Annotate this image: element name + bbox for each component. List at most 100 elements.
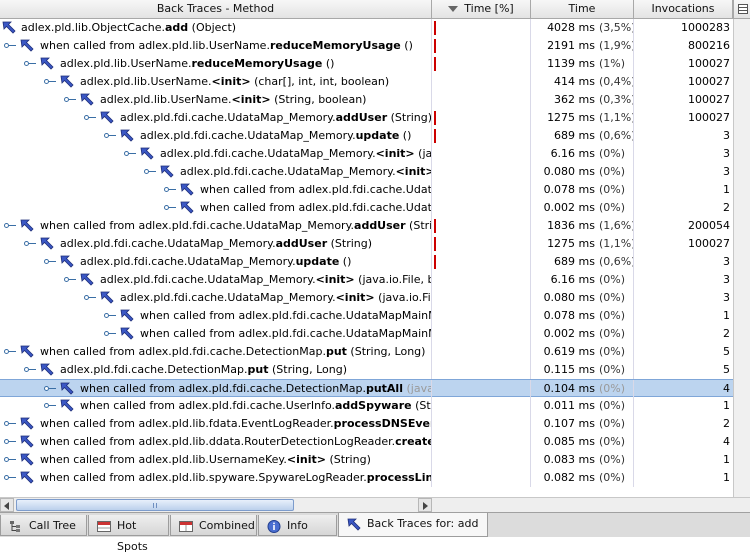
tab-combined[interactable]: Combined <box>170 515 257 536</box>
time-percent-cell <box>431 415 530 433</box>
tree-row[interactable]: when called from adlex.pld.lib.fdata.Eve… <box>0 415 733 433</box>
method-prefix: adlex.pld.fdi.cache.UdataMap_Memory. <box>80 255 296 268</box>
method-name: <init> <box>335 291 375 304</box>
method-prefix: adlex.pld.lib.ObjectCache. <box>21 21 165 34</box>
tree-node-handle-icon[interactable] <box>164 204 176 212</box>
tree-row[interactable]: adlex.pld.fdi.cache.UdataMap_Memory.<ini… <box>0 289 733 307</box>
tree-row[interactable]: when called from adlex.pld.lib.ddata.Rou… <box>0 433 733 451</box>
tree-row[interactable]: when called from adlex.pld.fdi.cache.Uda… <box>0 307 733 325</box>
tree-row[interactable]: when called from adlex.pld.fdi.cache.Det… <box>0 379 733 398</box>
tree-node-handle-icon[interactable] <box>44 385 56 393</box>
tree-row[interactable]: adlex.pld.lib.UserName.<init> (char[], i… <box>0 73 733 91</box>
time-percent: (0%) <box>599 273 626 286</box>
tree-node-handle-icon[interactable] <box>104 330 116 338</box>
tree-node-handle-icon[interactable] <box>164 186 176 194</box>
column-header-time[interactable]: Time <box>531 0 634 18</box>
invocations-cell: 800216 <box>633 37 733 55</box>
method-signature: (java.io.File, boolean) <box>418 147 431 160</box>
time-percent-cell <box>431 289 530 307</box>
tree-node-handle-icon[interactable] <box>84 294 96 302</box>
method-name: addUser <box>275 237 328 250</box>
tree-node-handle-icon[interactable] <box>104 312 116 320</box>
scroll-thumb[interactable] <box>16 499 294 511</box>
column-header-method[interactable]: Back Traces - Method <box>0 0 432 18</box>
tree-row[interactable]: when called from adlex.pld.lib.spyware.S… <box>0 469 733 487</box>
tree-node-handle-icon[interactable] <box>64 276 76 284</box>
tree-row[interactable]: adlex.pld.fdi.cache.UdataMap_Memory.<ini… <box>0 145 733 163</box>
time-percent-bar <box>434 237 436 251</box>
tree-row[interactable]: when called from adlex.pld.fdi.cache.Uda… <box>0 325 733 343</box>
method-cell: when called from adlex.pld.fdi.cache.Det… <box>0 380 431 398</box>
tree-node-handle-icon[interactable] <box>64 96 76 104</box>
tree-node-handle-icon[interactable] <box>44 78 56 86</box>
tree-row[interactable]: adlex.pld.fdi.cache.UdataMap_Memory.addU… <box>0 109 733 127</box>
handle-stem <box>9 459 16 460</box>
tree-row[interactable]: when called from adlex.pld.lib.UserName.… <box>0 37 733 55</box>
backtrace-caller-icon <box>20 39 35 53</box>
time-cell: 0.115 ms (0%) <box>530 361 633 379</box>
time-value: 2191 ms <box>547 39 595 52</box>
time-value: 362 ms <box>554 93 595 106</box>
tree-row[interactable]: adlex.pld.fdi.cache.UdataMap_Memory.<ini… <box>0 163 733 181</box>
column-header-invocations[interactable]: Invocations <box>634 0 733 18</box>
scroll-left-button[interactable] <box>0 498 14 512</box>
method-horizontal-scrollbar[interactable] <box>0 498 432 512</box>
method-cell: adlex.pld.fdi.cache.UdataMap_Memory.<ini… <box>0 145 431 163</box>
method-signature: (java.io.File) <box>378 291 431 304</box>
invocations-cell: 3 <box>633 289 733 307</box>
tree-row[interactable]: adlex.pld.lib.UserName.reduceMemoryUsage… <box>0 55 733 73</box>
tab-label: Call Tree <box>29 519 76 532</box>
tree-node-handle-icon[interactable] <box>24 366 36 374</box>
tree-row[interactable]: when called from adlex.pld.fdi.cache.Uda… <box>0 181 733 199</box>
tree-node-handle-icon[interactable] <box>24 60 36 68</box>
tab-label: Hot Spots <box>117 519 148 553</box>
backtrace-caller-icon <box>100 291 115 305</box>
vertical-scrollbar[interactable] <box>733 19 750 497</box>
tree-node-handle-icon[interactable] <box>4 420 16 428</box>
tab-hot-spots[interactable]: Hot Spots <box>88 515 169 553</box>
tab-call-tree[interactable]: Call Tree <box>0 515 87 536</box>
tab-back-traces-for-add[interactable]: Back Traces for: add <box>338 513 488 537</box>
time-percent-cell <box>431 55 530 73</box>
tree-node-handle-icon[interactable] <box>4 456 16 464</box>
method-name: <init> <box>395 165 431 178</box>
time-percent-bar <box>434 57 436 71</box>
method-prefix: when called from adlex.pld.fdi.cache.Uda… <box>200 201 431 214</box>
time-percent: (0,4%) <box>599 75 633 88</box>
tree-node-handle-icon[interactable] <box>4 438 16 446</box>
tree-node-handle-icon[interactable] <box>144 168 156 176</box>
tree-row[interactable]: adlex.pld.fdi.cache.UdataMap_Memory.addU… <box>0 235 733 253</box>
tree-node-handle-icon[interactable] <box>104 132 116 140</box>
tree-row[interactable]: adlex.pld.fdi.cache.UdataMap_Memory.upda… <box>0 127 733 145</box>
tree-row[interactable]: when called from adlex.pld.fdi.cache.Det… <box>0 343 733 361</box>
handle-stem <box>49 261 56 262</box>
back-traces-tree: adlex.pld.lib.ObjectCache.add (Object) 40… <box>0 19 733 487</box>
tree-node-handle-icon[interactable] <box>24 240 36 248</box>
tree-row[interactable]: when called from adlex.pld.fdi.cache.Uda… <box>0 199 733 217</box>
backtrace-caller-icon <box>60 399 75 413</box>
tree-row[interactable]: adlex.pld.lib.UserName.<init> (String, b… <box>0 91 733 109</box>
tree-node-handle-icon[interactable] <box>124 150 136 158</box>
tree-node-handle-icon[interactable] <box>44 258 56 266</box>
tree-row[interactable]: adlex.pld.fdi.cache.UdataMap_Memory.<ini… <box>0 271 733 289</box>
tree-node-handle-icon[interactable] <box>4 42 16 50</box>
tree-row[interactable]: when called from adlex.pld.fdi.cache.Uda… <box>0 217 733 235</box>
tree-node-handle-icon[interactable] <box>4 222 16 230</box>
tree-row[interactable]: when called from adlex.pld.lib.UsernameK… <box>0 451 733 469</box>
method-label: adlex.pld.lib.UserName.<init> (String, b… <box>100 91 366 109</box>
tree-node-handle-icon[interactable] <box>84 114 96 122</box>
scroll-right-button[interactable] <box>418 498 432 512</box>
tree-row[interactable]: adlex.pld.fdi.cache.UdataMap_Memory.upda… <box>0 253 733 271</box>
method-signature: (String) <box>415 399 431 412</box>
time-percent-cell <box>431 181 530 199</box>
method-name: update <box>295 255 340 268</box>
tree-node-handle-icon[interactable] <box>4 348 16 356</box>
tab-info[interactable]: Info <box>258 515 337 536</box>
tree-row[interactable]: adlex.pld.lib.ObjectCache.add (Object) 40… <box>0 19 733 37</box>
column-selector-button[interactable] <box>733 0 750 18</box>
tree-row[interactable]: when called from adlex.pld.fdi.cache.Use… <box>0 397 733 415</box>
tree-node-handle-icon[interactable] <box>4 474 16 482</box>
tree-row[interactable]: adlex.pld.fdi.cache.DetectionMap.put (St… <box>0 361 733 379</box>
column-header-time-percent[interactable]: Time [%] <box>432 0 531 18</box>
tree-node-handle-icon[interactable] <box>44 402 56 410</box>
